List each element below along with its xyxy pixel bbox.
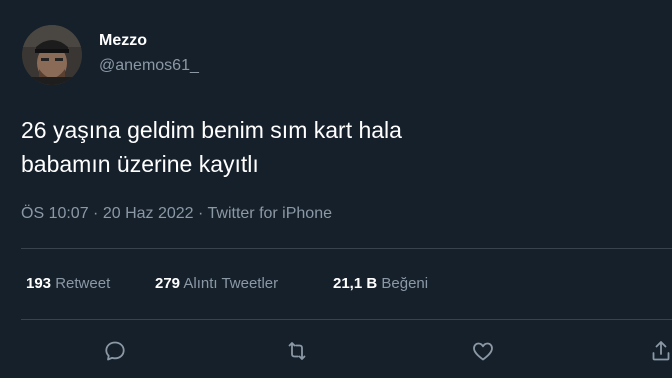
tweet-meta: ÖS 10:07 · 20 Haz 2022 · Twitter for iPh…: [21, 205, 332, 223]
tweet-actions: [0, 336, 672, 366]
display-name[interactable]: Mezzo: [99, 32, 147, 50]
meta-separator: ·: [88, 205, 103, 222]
retweet-button[interactable]: [282, 336, 312, 366]
like-stat[interactable]: 21,1 B Beğeni: [333, 275, 428, 292]
share-icon: [652, 341, 670, 361]
user-handle[interactable]: @anemos61_: [99, 57, 199, 75]
tweet-text-line: 26 yaşına geldim benim sım kart hala: [21, 117, 402, 143]
tweet-card: Mezzo @anemos61_ 26 yaşına geldim benim …: [0, 0, 672, 378]
quote-label: Alıntı Tweetler: [183, 275, 279, 292]
reply-icon: [105, 341, 125, 361]
retweet-label: Retweet: [55, 275, 111, 292]
like-button[interactable]: [468, 336, 498, 366]
tweet-text-line: babamın üzerine kayıtlı: [21, 151, 259, 177]
divider: [21, 248, 672, 249]
retweet-count: 193: [26, 275, 52, 292]
tweet-text: 26 yaşına geldim benim sım kart hala bab…: [21, 113, 641, 181]
quote-count: 279: [155, 275, 181, 292]
tweet-source[interactable]: Twitter for iPhone: [208, 205, 333, 222]
tweet-time[interactable]: ÖS 10:07: [21, 205, 89, 222]
heart-icon: [473, 342, 493, 361]
avatar[interactable]: [22, 25, 82, 85]
retweet-stat[interactable]: 193 Retweet: [26, 275, 110, 292]
share-button[interactable]: [646, 336, 672, 366]
reply-button[interactable]: [100, 336, 130, 366]
tweet-date[interactable]: 20 Haz 2022: [103, 205, 194, 222]
avatar-photo: [22, 25, 82, 85]
retweet-icon: [288, 342, 306, 360]
like-count: 21,1 B: [333, 275, 378, 292]
quote-stat[interactable]: 279 Alıntı Tweetler: [155, 275, 278, 292]
like-label: Beğeni: [381, 275, 429, 292]
meta-separator: ·: [193, 205, 208, 222]
divider: [21, 319, 672, 320]
